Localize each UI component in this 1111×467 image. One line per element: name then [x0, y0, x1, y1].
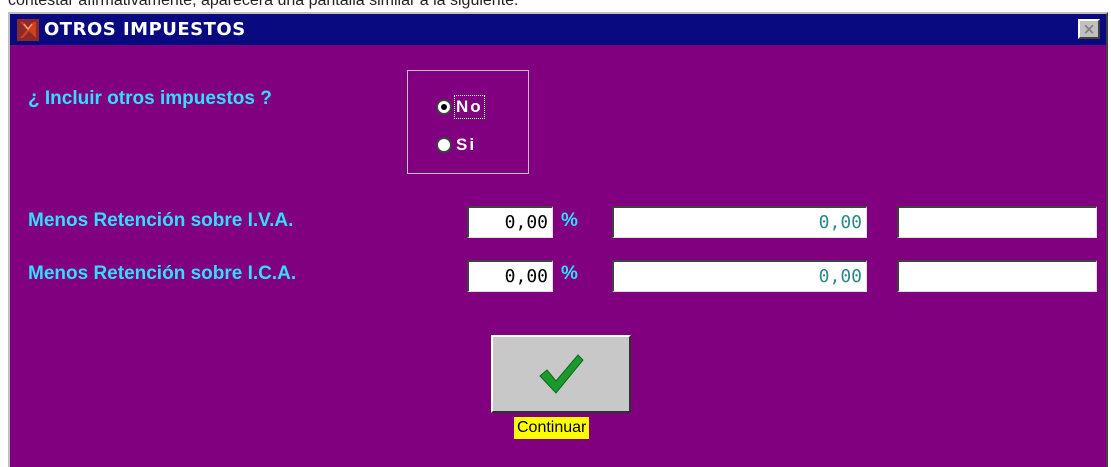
retencion-iva-percent-sign: %	[561, 210, 578, 231]
retencion-ica-label: Menos Retención sobre I.C.A.	[28, 263, 297, 284]
radio-option-no[interactable]: No	[436, 95, 485, 119]
otros-impuestos-window: OTROS IMPUESTOS × ¿ Incluir otros impues…	[8, 12, 1108, 467]
checkmark-icon	[539, 354, 584, 394]
window-title: OTROS IMPUESTOS	[44, 19, 246, 40]
retencion-ica-percent-field[interactable]: 0,00	[467, 260, 553, 292]
close-icon: ×	[1082, 19, 1096, 38]
radio-no-button[interactable]	[436, 99, 452, 115]
retencion-iva-label: Menos Retención sobre I.V.A.	[28, 210, 294, 231]
continue-button[interactable]	[491, 335, 631, 413]
retencion-iva-extra-field[interactable]	[897, 206, 1097, 238]
app-icon	[17, 18, 39, 41]
retencion-ica-value-field[interactable]: 0,00	[612, 260, 867, 292]
close-button[interactable]: ×	[1078, 19, 1100, 39]
continue-button-label[interactable]: Continuar	[514, 417, 590, 439]
incluir-otros-impuestos-label: ¿ Incluir otros impuestos ?	[28, 88, 272, 109]
radio-option-si[interactable]: Si	[436, 135, 476, 155]
retencion-iva-percent-field[interactable]: 0,00	[467, 206, 553, 238]
radio-si-button[interactable]	[436, 137, 452, 153]
radio-si-label: Si	[456, 135, 477, 154]
title-bar[interactable]: OTROS IMPUESTOS ×	[10, 14, 1106, 45]
incluir-radio-group: No Si	[407, 70, 529, 174]
retencion-iva-value-field[interactable]: 0,00	[612, 206, 867, 238]
retencion-ica-percent-sign: %	[561, 263, 578, 284]
retencion-ica-extra-field[interactable]	[897, 260, 1097, 292]
document-caption: contestar afirmativamente, aparecerá una…	[8, 0, 519, 9]
radio-no-label: No	[454, 95, 485, 119]
